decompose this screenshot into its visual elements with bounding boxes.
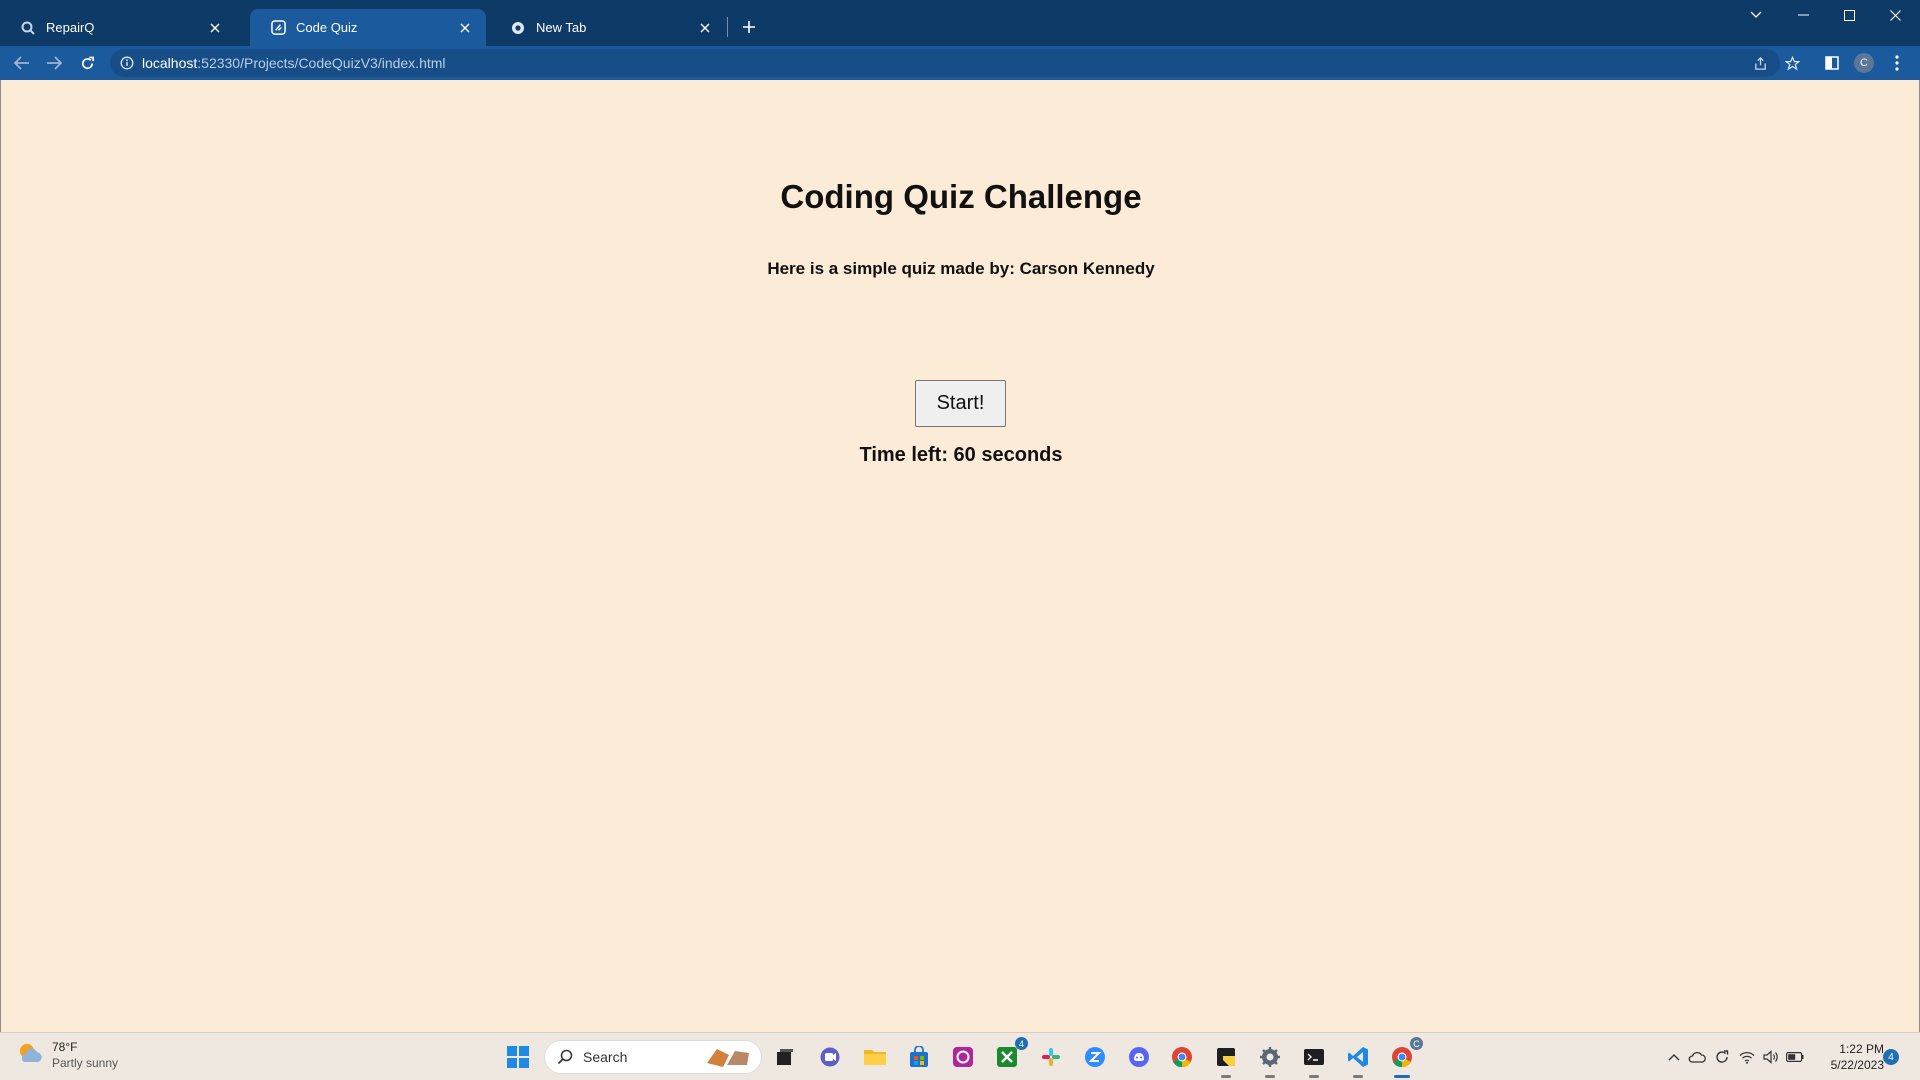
sync-icon[interactable] xyxy=(1712,1047,1732,1067)
search-icon xyxy=(20,20,36,36)
close-icon[interactable] xyxy=(696,19,714,37)
active-app-indicator xyxy=(1394,1075,1410,1078)
side-panel-icon[interactable] xyxy=(1819,50,1845,76)
address-bar[interactable]: localhost:52330/Projects/CodeQuizV3/inde… xyxy=(110,49,1780,77)
page-title: Coding Quiz Challenge xyxy=(780,178,1142,215)
microsoft-store-icon[interactable] xyxy=(904,1042,934,1072)
maximize-button[interactable] xyxy=(1826,0,1872,30)
bookmark-star-icon[interactable] xyxy=(1779,50,1805,76)
minimize-button[interactable] xyxy=(1780,0,1826,30)
page-subtitle: Here is a simple quiz made by: Carson Ke… xyxy=(767,259,1155,278)
terminal-icon[interactable] xyxy=(1299,1042,1329,1078)
taskbar-search-box[interactable]: Search xyxy=(544,1040,762,1074)
vscode-icon[interactable] xyxy=(1343,1042,1373,1078)
close-icon[interactable] xyxy=(456,19,474,37)
windows-start-icon[interactable] xyxy=(503,1042,533,1072)
system-clock[interactable]: 1:22 PM 5/22/2023 xyxy=(1812,1041,1884,1073)
close-icon[interactable] xyxy=(206,19,224,37)
volume-icon[interactable] xyxy=(1761,1047,1781,1067)
start-button[interactable]: Start! xyxy=(915,380,1006,427)
tab-new-tab[interactable]: New Tab xyxy=(490,9,726,46)
task-view-icon[interactable] xyxy=(770,1042,800,1072)
partly-sunny-icon xyxy=(16,1040,44,1071)
tab-label: Code Quiz xyxy=(296,20,358,35)
running-indicator xyxy=(1309,1075,1319,1078)
search-highlight-icon xyxy=(703,1045,755,1069)
slack-icon[interactable] xyxy=(1036,1042,1066,1072)
file-explorer-icon[interactable] xyxy=(860,1042,890,1072)
search-icon xyxy=(557,1049,573,1065)
page-viewport: Coding Quiz Challenge Here is a simple q… xyxy=(0,80,1920,1032)
tab-repairq[interactable]: RepairQ xyxy=(0,9,236,46)
profile-avatar[interactable]: C xyxy=(1851,50,1877,76)
chrome-icon[interactable] xyxy=(1167,1042,1197,1072)
tab-label: RepairQ xyxy=(46,20,95,35)
zoom-icon[interactable] xyxy=(1080,1042,1110,1072)
search-label: Search xyxy=(583,1049,628,1065)
sticky-notes-icon[interactable] xyxy=(1211,1042,1241,1078)
running-indicator xyxy=(1353,1075,1363,1078)
weather-temperature: 78°F xyxy=(52,1040,78,1054)
running-indicator xyxy=(1221,1075,1231,1078)
profile-initial: C xyxy=(1854,53,1874,73)
menu-kebab-icon[interactable] xyxy=(1884,50,1910,76)
xbox-badge: 4 xyxy=(1015,1037,1028,1050)
tab-code-quiz[interactable]: Code Quiz xyxy=(250,9,486,46)
tab-search-chevron-icon[interactable] xyxy=(1733,0,1779,30)
timer-text: Time left: 60 seconds xyxy=(859,444,1063,466)
back-arrow-icon[interactable] xyxy=(9,50,35,76)
notification-count-badge[interactable]: 4 xyxy=(1883,1049,1899,1065)
browser-tab-strip: RepairQ Code Quiz New Tab xyxy=(0,0,1920,46)
weather-condition: Partly sunny xyxy=(52,1056,119,1070)
clock-date: 5/22/2023 xyxy=(1830,1058,1884,1072)
windows-taskbar: 78°F Partly sunny Search 4 C 1:22 PM 5/2… xyxy=(0,1032,1920,1080)
weather-widget[interactable]: 78°F Partly sunny xyxy=(16,1039,118,1071)
url-path: :52330/Projects/CodeQuizV3/index.html xyxy=(197,55,446,71)
teams-chat-icon[interactable] xyxy=(815,1042,845,1072)
battery-icon[interactable] xyxy=(1785,1047,1805,1067)
running-indicator xyxy=(1265,1075,1275,1078)
share-icon[interactable] xyxy=(1747,50,1773,76)
tab-separator xyxy=(727,17,728,37)
chrome-profile-badge: C xyxy=(1410,1037,1423,1050)
browser-toolbar: localhost:52330/Projects/CodeQuizV3/inde… xyxy=(0,46,1920,80)
clock-time: 1:22 PM xyxy=(1839,1042,1884,1056)
new-tab-button[interactable] xyxy=(736,14,762,40)
chrome-icon xyxy=(510,20,526,36)
close-window-button[interactable] xyxy=(1872,0,1918,30)
show-hidden-icons-chevron-icon[interactable] xyxy=(1664,1047,1684,1067)
xbox-icon[interactable]: 4 xyxy=(992,1037,1028,1072)
tab-label: New Tab xyxy=(536,20,587,35)
site-info-icon[interactable] xyxy=(120,56,134,70)
url-host: localhost xyxy=(142,55,198,71)
forward-arrow-icon[interactable] xyxy=(41,50,67,76)
reload-icon[interactable] xyxy=(74,50,100,76)
onedrive-cloud-icon[interactable] xyxy=(1687,1047,1707,1067)
chrome-profile-icon[interactable]: C xyxy=(1387,1037,1423,1078)
discord-icon[interactable] xyxy=(1124,1042,1154,1072)
pocket-casts-icon[interactable] xyxy=(948,1042,978,1072)
wifi-icon[interactable] xyxy=(1737,1047,1757,1067)
code-quiz-favicon-icon xyxy=(270,20,286,36)
settings-gear-icon[interactable] xyxy=(1255,1042,1285,1078)
